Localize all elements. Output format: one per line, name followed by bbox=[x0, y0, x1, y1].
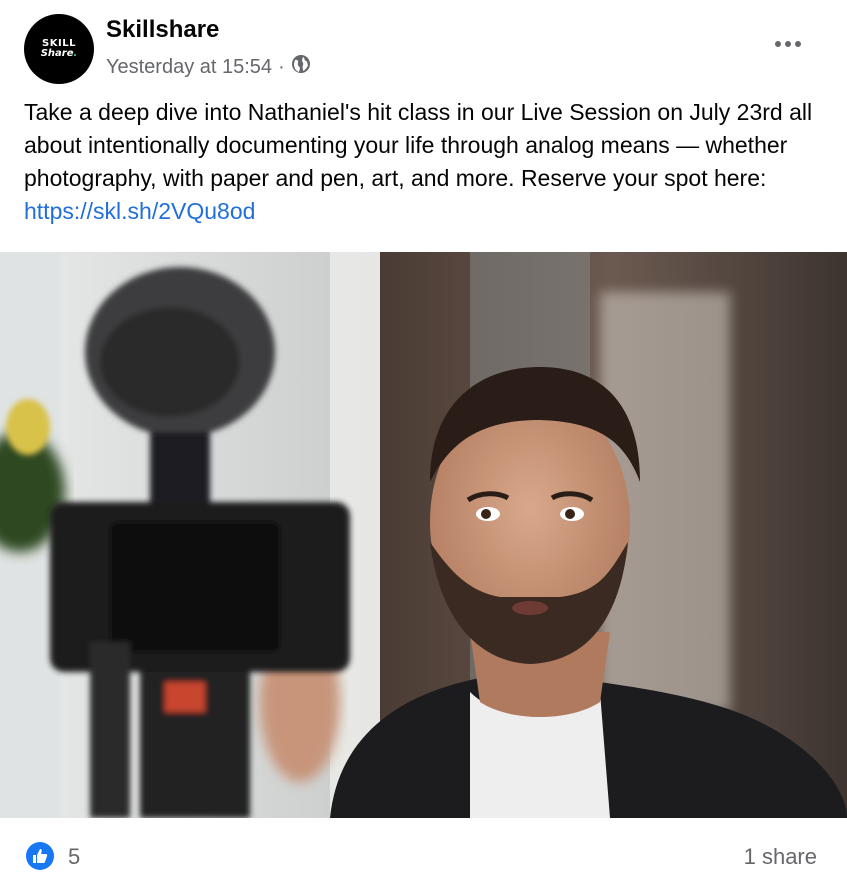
reaction-count[interactable]: 5 bbox=[68, 844, 80, 870]
page-name-link[interactable]: Skillshare bbox=[106, 16, 219, 44]
avatar-logo-line2: Share. bbox=[40, 48, 78, 59]
page-avatar[interactable]: SKILL Share. bbox=[24, 14, 94, 84]
reaction-bar: 5 1 share bbox=[0, 830, 847, 880]
post-header: SKILL Share. Skillshare Yesterday at 15:… bbox=[0, 0, 847, 100]
post-text: Take a deep dive into Nathaniel's hit cl… bbox=[24, 99, 813, 191]
post-photo[interactable] bbox=[0, 252, 847, 818]
post-meta: Yesterday at 15:54 · bbox=[106, 54, 311, 80]
globe-icon[interactable] bbox=[291, 54, 311, 80]
like-icon[interactable] bbox=[26, 842, 54, 870]
post-timestamp[interactable]: Yesterday at 15:54 bbox=[106, 56, 272, 79]
more-options-icon[interactable] bbox=[773, 32, 803, 56]
post-body: Take a deep dive into Nathaniel's hit cl… bbox=[24, 96, 824, 228]
meta-separator: · bbox=[278, 55, 285, 78]
post-link[interactable]: https://skl.sh/2VQu8od bbox=[24, 198, 255, 224]
photo-illustration bbox=[0, 252, 847, 818]
share-count[interactable]: 1 share bbox=[744, 844, 817, 870]
